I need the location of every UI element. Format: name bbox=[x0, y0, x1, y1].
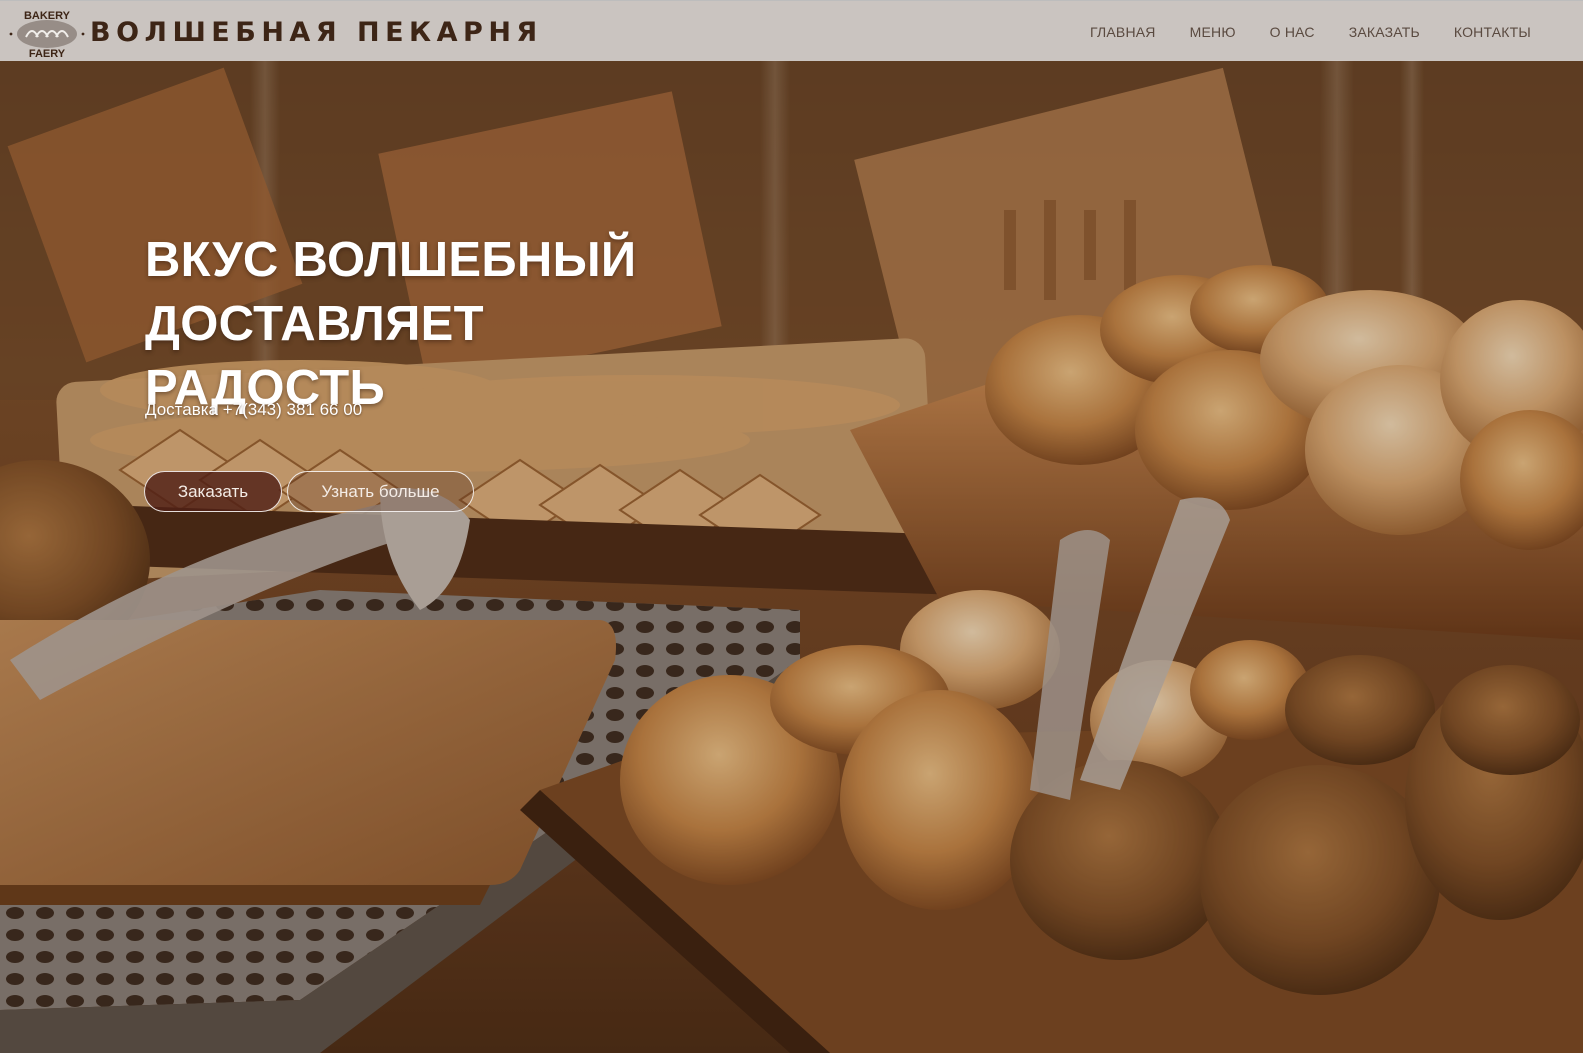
nav-link-about[interactable]: О НАС bbox=[1270, 24, 1315, 40]
hero-background-image bbox=[0, 0, 1583, 1053]
page: BAKERY FAERY ВОЛШЕБНАЯ ПЕКАРНЯ ГЛАВНАЯ М… bbox=[0, 0, 1583, 1053]
order-button[interactable]: Заказать bbox=[144, 471, 282, 512]
learn-more-button[interactable]: Узнать больше bbox=[287, 471, 474, 512]
brand-name[interactable]: ВОЛШЕБНАЯ ПЕКАРНЯ bbox=[90, 19, 543, 46]
bread-logo-icon: BAKERY FAERY bbox=[9, 10, 85, 60]
delivery-phone: Доставка +7(343) 381 66 00 bbox=[145, 400, 363, 419]
svg-text:BAKERY: BAKERY bbox=[24, 10, 71, 22]
hero-title: ВКУС ВОЛШЕБНЫЙ ДОСТАВЛЯЕТ РАДОСТЬ bbox=[145, 228, 965, 420]
top-navbar: BAKERY FAERY ВОЛШЕБНАЯ ПЕКАРНЯ ГЛАВНАЯ М… bbox=[0, 0, 1583, 61]
svg-text:FAERY: FAERY bbox=[29, 48, 66, 59]
nav-link-menu[interactable]: МЕНЮ bbox=[1190, 24, 1236, 40]
nav-link-contacts[interactable]: КОНТАКТЫ bbox=[1454, 24, 1531, 40]
nav-link-order[interactable]: ЗАКАЗАТЬ bbox=[1349, 24, 1420, 40]
bakery-logo[interactable]: BAKERY FAERY bbox=[8, 7, 86, 60]
nav-link-home[interactable]: ГЛАВНАЯ bbox=[1090, 24, 1156, 40]
main-nav: ГЛАВНАЯ МЕНЮ О НАС ЗАКАЗАТЬ КОНТАКТЫ bbox=[1056, 1, 1531, 62]
hero-title-line-1: ВКУС ВОЛШЕБНЫЙ ДОСТАВЛЯЕТ bbox=[145, 233, 637, 351]
